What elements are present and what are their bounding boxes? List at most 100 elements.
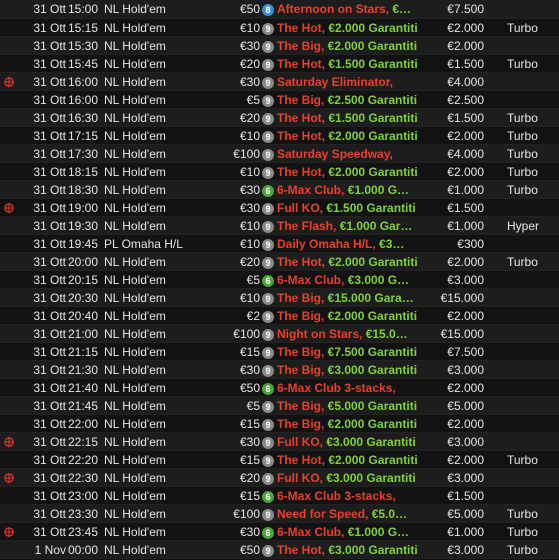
tournament-name-cell[interactable]: Night on Stars, €15.0… <box>277 325 437 343</box>
tournament-name-cell[interactable]: 6-Max Club, €1.000 G… <box>277 181 437 199</box>
name-separator: , <box>341 273 348 287</box>
guarantee-text: €3… <box>379 237 405 251</box>
prize-cell: €4.000 <box>447 147 484 161</box>
tournament-name-cell[interactable]: The Hot, €1.500 Garantiti <box>277 55 437 73</box>
time-cell: 21:40 <box>68 381 98 395</box>
tournament-row[interactable]: 31 Ott 17:15 NL Hold'em €10 9 The Hot, €2.000… <box>0 127 559 145</box>
tournament-row[interactable]: 31 Ott 20:15 NL Hold'em €5 6 6-Max Club, €3.0… <box>0 271 559 289</box>
seats-cell: 6 <box>262 523 277 541</box>
tournament-name: Full KO <box>277 435 320 449</box>
date-cell: 31 Ott <box>33 147 66 161</box>
tournament-name-cell[interactable]: The Hot, €3.000 Garantiti <box>277 541 437 559</box>
tournament-row[interactable]: 31 Ott 20:30 NL Hold'em €10 9 The Big, €15.00… <box>0 289 559 307</box>
name-separator: , <box>341 183 348 197</box>
name-separator: , <box>321 363 328 377</box>
tournament-row[interactable]: 31 Ott 21:00 NL Hold'em €100 9 Night on Stars… <box>0 325 559 343</box>
tournament-name-cell[interactable]: 6-Max Club, €3.000 G… <box>277 271 437 289</box>
tournament-name-cell[interactable]: The Hot, €2.000 Garantiti <box>277 19 437 37</box>
tournament-name-cell[interactable]: The Big, €7.500 Garantiti <box>277 343 437 361</box>
tournament-row[interactable]: 31 Ott 22:15 NL Hold'em €30 9 Full KO, €3.000… <box>0 433 559 451</box>
buyin-cell: €100 <box>233 147 260 161</box>
tournament-name-cell[interactable]: 6-Max Club 3-stacks, <box>277 487 437 505</box>
game-cell: NL Hold'em <box>104 111 166 125</box>
tournament-name-cell[interactable]: The Hot, €2.000 Garantiti <box>277 451 437 469</box>
tournament-row[interactable]: 31 Ott 21:30 NL Hold'em €30 9 The Big, €3.000… <box>0 361 559 379</box>
tournament-name-cell[interactable]: Need for Speed, €5.0… <box>277 505 437 523</box>
game-cell: NL Hold'em <box>104 309 166 323</box>
date-cell: 31 Ott <box>33 219 66 233</box>
tournament-name-cell[interactable]: Full KO, €1.500 Garantiti <box>277 199 437 217</box>
prize-cell: €2.000 <box>447 255 484 269</box>
buyin-cell: €50 <box>239 543 260 557</box>
tournament-row[interactable]: 31 Ott 18:15 NL Hold'em €10 9 The Hot, €2.000… <box>0 163 559 181</box>
tournament-name-cell[interactable]: The Flash, €1.000 Gar… <box>277 217 437 235</box>
tournament-name-cell[interactable]: The Hot, €1.500 Garantiti <box>277 109 437 127</box>
tournament-name-cell[interactable]: The Big, €2.000 Garantiti <box>277 307 437 325</box>
tournament-row[interactable]: 31 Ott 15:00 NL Hold'em €50 8 Afternoon on St… <box>0 0 559 19</box>
tournament-name: The Hot <box>277 57 322 71</box>
tournament-row[interactable]: 31 Ott 21:40 NL Hold'em €50 6 6-Max Club 3-st… <box>0 379 559 397</box>
tournament-name-cell[interactable]: The Hot, €2.000 Garantiti <box>277 253 437 271</box>
tournament-row[interactable]: 31 Ott 17:30 NL Hold'em €100 9 Saturday Speed… <box>0 145 559 163</box>
seats-badge-icon: 9 <box>262 455 274 467</box>
tournament-name-cell[interactable]: The Hot, €2.000 Garantiti <box>277 127 437 145</box>
seats-badge-icon: 9 <box>262 113 274 125</box>
date-cell: 31 Ott <box>33 201 66 215</box>
buyin-cell: €20 <box>239 471 260 485</box>
tournament-row[interactable]: 31 Ott 19:45 PL Omaha H/L €10 9 Daily Omaha H… <box>0 235 559 253</box>
tournament-row[interactable]: 31 Ott 23:45 NL Hold'em €30 6 6-Max Club, €1.… <box>0 523 559 541</box>
tournament-name-cell[interactable]: Saturday Speedway, <box>277 145 437 163</box>
tournament-name-cell[interactable]: 6-Max Club, €1.000 G… <box>277 523 437 541</box>
tournament-name-cell[interactable]: Afternoon on Stars, €… <box>277 0 437 18</box>
tournament-name-cell[interactable]: The Big, €2.500 Garantiti <box>277 91 437 109</box>
tournament-row[interactable]: 31 Ott 15:30 NL Hold'em €30 9 The Big, €2.000… <box>0 37 559 55</box>
tournament-name-cell[interactable]: Saturday Eliminator, <box>277 73 437 91</box>
tournament-row[interactable]: 31 Ott 16:30 NL Hold'em €20 9 The Hot, €1.500… <box>0 109 559 127</box>
seats-cell: 9 <box>262 217 277 235</box>
date-cell: 31 Ott <box>33 327 66 341</box>
tournament-name-cell[interactable]: The Big, €3.000 Garantiti <box>277 361 437 379</box>
seats-badge-icon: 9 <box>262 509 274 521</box>
time-cell: 23:30 <box>68 507 98 521</box>
tournament-row[interactable]: 31 Ott 16:00 NL Hold'em €30 9 Saturday Elimin… <box>0 73 559 91</box>
tournament-row[interactable]: 31 Ott 22:00 NL Hold'em €15 9 The Big, €2.000… <box>0 415 559 433</box>
tournament-row[interactable]: 31 Ott 15:45 NL Hold'em €20 9 The Hot, €1.500… <box>0 55 559 73</box>
tournament-name-cell[interactable]: Full KO, €3.000 Garantiti <box>277 469 437 487</box>
speed-cell: Turbo <box>507 129 538 143</box>
game-cell: NL Hold'em <box>104 201 166 215</box>
tournament-name-cell[interactable]: The Hot, €2.000 Garantiti <box>277 163 437 181</box>
tournament-name-cell[interactable]: The Big, €2.000 Garantiti <box>277 37 437 55</box>
tournament-name-cell[interactable]: Full KO, €3.000 Garantiti <box>277 433 437 451</box>
seats-badge-icon: 6 <box>262 527 274 539</box>
buyin-cell: €50 <box>239 381 260 395</box>
tournament-name-cell[interactable]: Daily Omaha H/L, €3… <box>277 235 437 253</box>
seats-badge-icon: 9 <box>262 167 274 179</box>
date-cell: 31 Ott <box>33 399 66 413</box>
tournament-row[interactable]: 31 Ott 20:40 NL Hold'em €2 9 The Big, €2.000 … <box>0 307 559 325</box>
tournament-row[interactable]: 31 Ott 22:20 NL Hold'em €15 9 The Hot, €2.000… <box>0 451 559 469</box>
time-cell: 22:20 <box>68 453 98 467</box>
tournament-name-cell[interactable]: 6-Max Club 3-stacks, <box>277 379 437 397</box>
crosshair-icon <box>4 473 14 483</box>
tournament-row[interactable]: 31 Ott 16:00 NL Hold'em €5 9 The Big, €2.500 … <box>0 91 559 109</box>
tournament-name-cell[interactable]: The Big, €5.000 Garantiti <box>277 397 437 415</box>
buyin-cell: €100 <box>233 507 260 521</box>
tournament-row[interactable]: 31 Ott 21:15 NL Hold'em €15 9 The Big, €7.500… <box>0 343 559 361</box>
tournament-row[interactable]: 1 Nov 00:00 NL Hold'em €50 9 The Hot, €3.000 … <box>0 541 559 559</box>
tournament-row[interactable]: 31 Ott 19:00 NL Hold'em €30 9 Full KO, €1.500… <box>0 199 559 217</box>
buyin-cell: €15 <box>239 345 260 359</box>
tournament-row[interactable]: 31 Ott 22:30 NL Hold'em €20 9 Full KO, €3.000… <box>0 469 559 487</box>
tournament-name-cell[interactable]: The Big, €15.000 Gara… <box>277 289 437 307</box>
tournament-row[interactable]: 31 Ott 15:15 NL Hold'em €10 9 The Hot, €2.000… <box>0 19 559 37</box>
tournament-row[interactable]: 31 Ott 21:45 NL Hold'em €5 9 The Big, €5.000 … <box>0 397 559 415</box>
tournament-name-cell[interactable]: The Big, €2.000 Garantiti <box>277 415 437 433</box>
date-cell: 31 Ott <box>33 453 66 467</box>
registered-marker-cell <box>4 199 22 213</box>
speed-cell: Turbo <box>507 453 538 467</box>
game-cell: NL Hold'em <box>104 435 166 449</box>
tournament-row[interactable]: 31 Ott 19:30 NL Hold'em €10 9 The Flash, €1.0… <box>0 217 559 235</box>
tournament-row[interactable]: 31 Ott 20:00 NL Hold'em €20 9 The Hot, €2.000… <box>0 253 559 271</box>
tournament-row[interactable]: 31 Ott 23:00 NL Hold'em €15 6 6-Max Club 3-st… <box>0 487 559 505</box>
tournament-row[interactable]: 31 Ott 18:30 NL Hold'em €30 6 6-Max Club, €1.… <box>0 181 559 199</box>
tournament-row[interactable]: 31 Ott 23:30 NL Hold'em €100 9 Need for Speed… <box>0 505 559 523</box>
